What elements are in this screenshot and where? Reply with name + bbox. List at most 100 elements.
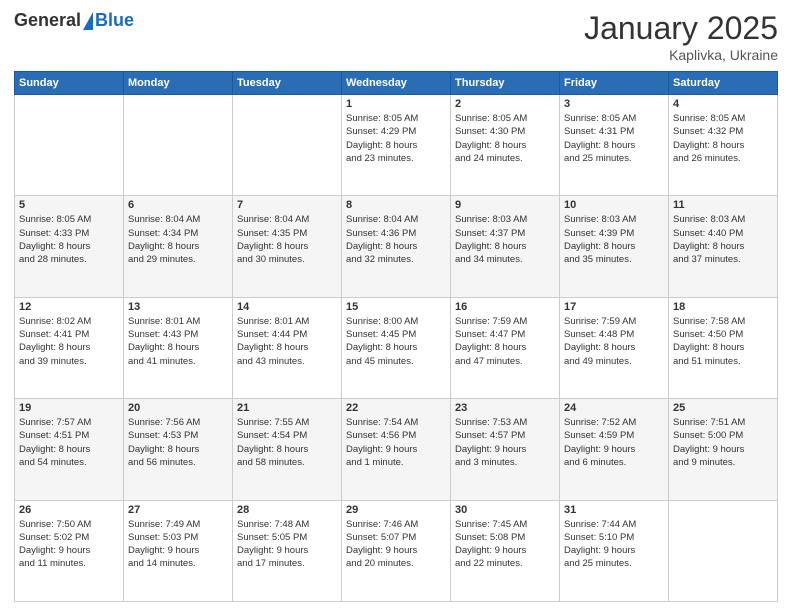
calendar-cell-w4-d1: 20 Sunrise: 7:56 AMSunset: 4:53 PMDayligh… bbox=[124, 399, 233, 500]
day-info-line: Sunrise: 7:48 AM bbox=[237, 519, 309, 530]
logo: General Blue bbox=[14, 10, 134, 31]
calendar-cell-w5-d5: 31Sunrise: 7:44 AMSunset: 5:10 PMDayligh… bbox=[560, 500, 669, 601]
day-info-line: Daylight: 8 hours bbox=[128, 444, 199, 455]
calendar-cell-w4-d4: 23Sunrise: 7:53 AMSunset: 4:57 PMDayligh… bbox=[451, 399, 560, 500]
day-info: Sunrise: 7:56 AMSunset: 4:53 PMDaylight:… bbox=[128, 416, 228, 469]
calendar-cell-w4-d6: 25Sunrise: 7:51 AMSunset: 5:00 PMDayligh… bbox=[669, 399, 778, 500]
calendar-header-row: Sunday Monday Tuesday Wednesday Thursday… bbox=[15, 72, 778, 95]
day-info-line: Sunrise: 8:02 AM bbox=[19, 316, 91, 327]
day-info-line: Daylight: 8 hours bbox=[673, 241, 744, 252]
day-number: 2 bbox=[455, 98, 555, 110]
day-info-line: and 11 minutes. bbox=[19, 558, 86, 569]
day-info-line: Daylight: 8 hours bbox=[237, 241, 308, 252]
day-info-line: Sunset: 4:29 PM bbox=[346, 126, 416, 137]
calendar-cell-w2-d6: 11Sunrise: 8:03 AMSunset: 4:40 PMDayligh… bbox=[669, 196, 778, 297]
day-info-line: and 39 minutes. bbox=[19, 356, 87, 367]
day-number: 17 bbox=[564, 301, 664, 313]
day-info-line: Sunrise: 8:05 AM bbox=[455, 113, 527, 124]
title-area: January 2025 Kaplivka, Ukraine bbox=[584, 10, 778, 63]
day-info: Sunrise: 8:04 AMSunset: 4:36 PMDaylight:… bbox=[346, 213, 446, 266]
day-number: 31 bbox=[564, 504, 664, 516]
day-number: 16 bbox=[455, 301, 555, 313]
calendar-table: Sunday Monday Tuesday Wednesday Thursday… bbox=[14, 71, 778, 602]
day-info-line: Sunrise: 7:55 AM bbox=[237, 417, 309, 428]
day-number: 5 bbox=[19, 199, 119, 211]
day-info-line: Daylight: 8 hours bbox=[237, 444, 308, 455]
day-info-line: Sunset: 5:02 PM bbox=[19, 532, 89, 543]
day-info-line: Sunset: 4:41 PM bbox=[19, 329, 89, 340]
day-info-line: and 54 minutes. bbox=[19, 457, 87, 468]
calendar-cell-w3-d0: 12Sunrise: 8:02 AMSunset: 4:41 PMDayligh… bbox=[15, 297, 124, 398]
day-number: 26 bbox=[19, 504, 119, 516]
location: Kaplivka, Ukraine bbox=[584, 47, 778, 63]
calendar-cell-w3-d4: 16Sunrise: 7:59 AMSunset: 4:47 PMDayligh… bbox=[451, 297, 560, 398]
calendar-cell-w3-d5: 17 Sunrise: 7:59 AMSunset: 4:48 PMDayligh… bbox=[560, 297, 669, 398]
day-info-line: Sunrise: 7:59 AM bbox=[455, 316, 527, 327]
day-number: 25 bbox=[673, 402, 773, 414]
day-number: 22 bbox=[346, 402, 446, 414]
day-number: 13 bbox=[128, 301, 228, 313]
day-number: 19 bbox=[19, 402, 119, 414]
calendar-cell-w3-d1: 13Sunrise: 8:01 AMSunset: 4:43 PMDayligh… bbox=[124, 297, 233, 398]
day-info-line: Daylight: 8 hours bbox=[455, 140, 526, 151]
day-info-line: Daylight: 9 hours bbox=[564, 545, 635, 556]
day-number: 21 bbox=[237, 402, 337, 414]
day-info-line: and 35 minutes. bbox=[564, 254, 632, 265]
day-info-line: and 29 minutes. bbox=[128, 254, 196, 265]
header: General Blue January 2025 Kaplivka, Ukra… bbox=[14, 10, 778, 63]
day-info-line: and 6 minutes. bbox=[564, 457, 626, 468]
day-info-line: Daylight: 9 hours bbox=[564, 444, 635, 455]
day-info-line: Daylight: 8 hours bbox=[564, 241, 635, 252]
day-info-line: and 34 minutes. bbox=[455, 254, 523, 265]
day-info-line: and 23 minutes. bbox=[346, 153, 414, 164]
day-info-line: and 22 minutes. bbox=[455, 558, 523, 569]
day-info-line: Daylight: 8 hours bbox=[673, 342, 744, 353]
day-number: 1 bbox=[346, 98, 446, 110]
col-sunday: Sunday bbox=[15, 72, 124, 95]
logo-blue-text: Blue bbox=[95, 10, 134, 31]
day-info-line: Sunrise: 7:51 AM bbox=[673, 417, 745, 428]
day-info-line: Sunset: 4:36 PM bbox=[346, 228, 416, 239]
day-info: Sunrise: 7:59 AMSunset: 4:47 PMDaylight:… bbox=[455, 315, 555, 368]
day-info-line: and 20 minutes. bbox=[346, 558, 414, 569]
calendar-cell-w2-d0: 5Sunrise: 8:05 AMSunset: 4:33 PMDaylight… bbox=[15, 196, 124, 297]
day-number: 20 bbox=[128, 402, 228, 414]
day-info-line: Sunrise: 8:05 AM bbox=[346, 113, 418, 124]
day-info-line: Daylight: 9 hours bbox=[237, 545, 308, 556]
day-info-line: Sunrise: 7:52 AM bbox=[564, 417, 636, 428]
calendar-cell-w4-d5: 24Sunrise: 7:52 AMSunset: 4:59 PMDayligh… bbox=[560, 399, 669, 500]
day-number: 10 bbox=[564, 199, 664, 211]
calendar-cell-w5-d4: 30Sunrise: 7:45 AMSunset: 5:08 PMDayligh… bbox=[451, 500, 560, 601]
day-info-line: Daylight: 9 hours bbox=[19, 545, 90, 556]
day-info-line: Daylight: 8 hours bbox=[128, 342, 199, 353]
calendar-cell-w5-d6 bbox=[669, 500, 778, 601]
calendar-week-3: 12Sunrise: 8:02 AMSunset: 4:41 PMDayligh… bbox=[15, 297, 778, 398]
day-number: 27 bbox=[128, 504, 228, 516]
day-info-line: Sunset: 4:51 PM bbox=[19, 430, 89, 441]
calendar-cell-w5-d3: 29Sunrise: 7:46 AMSunset: 5:07 PMDayligh… bbox=[342, 500, 451, 601]
day-info-line: and 24 minutes. bbox=[455, 153, 523, 164]
col-thursday: Thursday bbox=[451, 72, 560, 95]
day-info-line: Sunset: 5:08 PM bbox=[455, 532, 525, 543]
day-number: 6 bbox=[128, 199, 228, 211]
day-info-line: Sunrise: 7:50 AM bbox=[19, 519, 91, 530]
day-info: Sunrise: 7:48 AMSunset: 5:05 PMDaylight:… bbox=[237, 518, 337, 571]
day-info: Sunrise: 8:05 AMSunset: 4:30 PMDaylight:… bbox=[455, 112, 555, 165]
calendar-cell-w2-d3: 8 Sunrise: 8:04 AMSunset: 4:36 PMDaylight… bbox=[342, 196, 451, 297]
day-info-line: and 41 minutes. bbox=[128, 356, 196, 367]
day-info-line: Sunrise: 7:54 AM bbox=[346, 417, 418, 428]
day-info-line: Sunset: 4:47 PM bbox=[455, 329, 525, 340]
day-info-line: Sunrise: 8:05 AM bbox=[564, 113, 636, 124]
page: General Blue January 2025 Kaplivka, Ukra… bbox=[0, 0, 792, 612]
day-info-line: Daylight: 8 hours bbox=[237, 342, 308, 353]
day-info-line: Sunrise: 8:00 AM bbox=[346, 316, 418, 327]
day-info: Sunrise: 8:05 AMSunset: 4:31 PMDaylight:… bbox=[564, 112, 664, 165]
day-info-line: and 14 minutes. bbox=[128, 558, 196, 569]
col-saturday: Saturday bbox=[669, 72, 778, 95]
day-info-line: Daylight: 8 hours bbox=[19, 342, 90, 353]
calendar-cell-w3-d3: 15Sunrise: 8:00 AMSunset: 4:45 PMDayligh… bbox=[342, 297, 451, 398]
day-info: Sunrise: 7:59 AMSunset: 4:48 PMDaylight:… bbox=[564, 315, 664, 368]
day-number: 8 bbox=[346, 199, 446, 211]
day-info-line: Daylight: 9 hours bbox=[455, 444, 526, 455]
day-info-line: Sunset: 4:34 PM bbox=[128, 228, 198, 239]
